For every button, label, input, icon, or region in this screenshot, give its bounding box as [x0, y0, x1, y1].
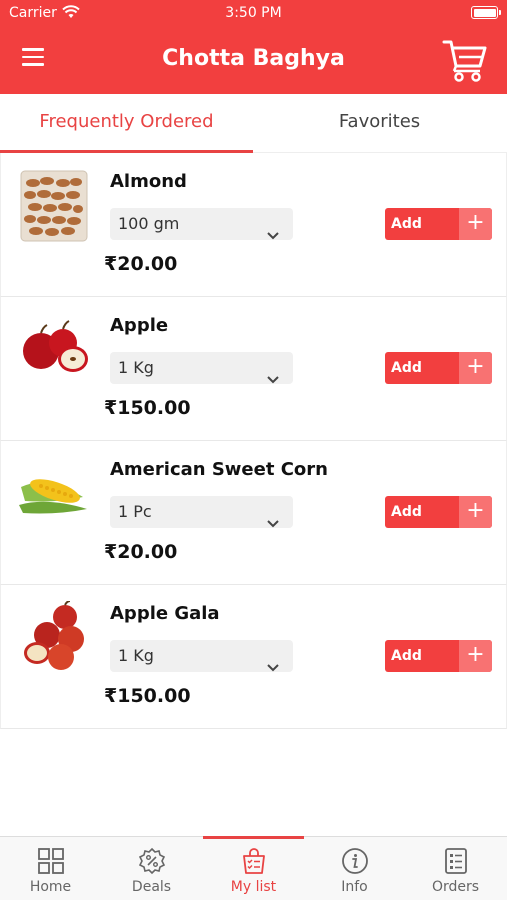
quantity-dropdown[interactable]: 1 Pc	[110, 496, 293, 528]
info-icon	[342, 848, 368, 874]
nav-label: My list	[230, 879, 277, 895]
status-bar: Carrier 3:50 PM	[0, 0, 507, 28]
nav-my-list[interactable]: My list	[203, 836, 304, 900]
tab-bar: Frequently Ordered Favorites	[0, 94, 507, 153]
tab-favorites[interactable]: Favorites	[253, 94, 506, 153]
bottom-navigation: Home Deals My list Info Orders	[0, 836, 507, 900]
page-title: Chotta Baghya	[162, 46, 345, 71]
nav-label: Deals	[131, 879, 172, 895]
apple-image	[17, 313, 91, 387]
orders-list-icon	[445, 848, 467, 874]
almond-image	[17, 169, 91, 243]
add-label: Add	[391, 216, 422, 232]
product-name: American Sweet Corn	[110, 459, 328, 480]
plus-icon: +	[459, 640, 492, 672]
product-price: ₹20.00	[104, 253, 178, 275]
nav-info[interactable]: Info	[304, 837, 405, 900]
add-to-cart-button[interactable]: Add +	[385, 640, 492, 672]
percent-badge-icon	[138, 847, 166, 875]
nav-label: Home	[29, 879, 72, 895]
chevron-down-icon	[267, 507, 279, 539]
quantity-dropdown[interactable]: 1 Kg	[110, 640, 293, 672]
add-to-cart-button[interactable]: Add +	[385, 208, 492, 240]
chevron-down-icon	[267, 651, 279, 683]
product-price: ₹150.00	[104, 685, 191, 707]
nav-label: Orders	[431, 879, 480, 895]
corn-image	[17, 457, 91, 531]
quantity-value: 1 Pc	[118, 502, 152, 521]
add-to-cart-button[interactable]: Add +	[385, 352, 492, 384]
add-label: Add	[391, 360, 422, 376]
product-price: ₹150.00	[104, 397, 191, 419]
tab-frequently-ordered[interactable]: Frequently Ordered	[0, 94, 253, 153]
battery-icon	[471, 6, 501, 19]
product-row-almond: Almond 100 gm ₹20.00 Add +	[0, 153, 507, 297]
chevron-down-icon	[267, 363, 279, 395]
nav-orders[interactable]: Orders	[405, 837, 506, 900]
shopping-list-icon	[243, 848, 265, 874]
nav-label: Info	[341, 879, 368, 895]
app-header: Carrier 3:50 PM Chotta Baghya	[0, 0, 507, 94]
quantity-value: 1 Kg	[118, 358, 154, 377]
quantity-value: 100 gm	[118, 214, 180, 233]
shopping-cart-icon[interactable]	[442, 38, 488, 82]
grid-icon	[38, 848, 64, 874]
status-time: 3:50 PM	[225, 5, 282, 21]
plus-icon: +	[459, 208, 492, 240]
product-name: Apple Gala	[110, 603, 220, 624]
product-name: Almond	[110, 171, 187, 192]
quantity-dropdown[interactable]: 1 Kg	[110, 352, 293, 384]
quantity-value: 1 Kg	[118, 646, 154, 665]
quantity-dropdown[interactable]: 100 gm	[110, 208, 293, 240]
chevron-down-icon	[267, 219, 279, 251]
product-row-american-sweet-corn: American Sweet Corn 1 Pc ₹20.00 Add +	[0, 441, 507, 585]
product-list: Almond 100 gm ₹20.00 Add + Apple 1 Kg ₹1…	[0, 153, 507, 729]
product-row-apple: Apple 1 Kg ₹150.00 Add +	[0, 297, 507, 441]
product-price: ₹20.00	[104, 541, 178, 563]
add-label: Add	[391, 504, 422, 520]
plus-icon: +	[459, 352, 492, 384]
product-row-apple-gala: Apple Gala 1 Kg ₹150.00 Add +	[0, 585, 507, 729]
nav-deals[interactable]: Deals	[101, 837, 202, 900]
add-label: Add	[391, 648, 422, 664]
plus-icon: +	[459, 496, 492, 528]
add-to-cart-button[interactable]: Add +	[385, 496, 492, 528]
apple-gala-image	[17, 600, 91, 675]
nav-home[interactable]: Home	[0, 837, 101, 900]
product-name: Apple	[110, 315, 169, 336]
